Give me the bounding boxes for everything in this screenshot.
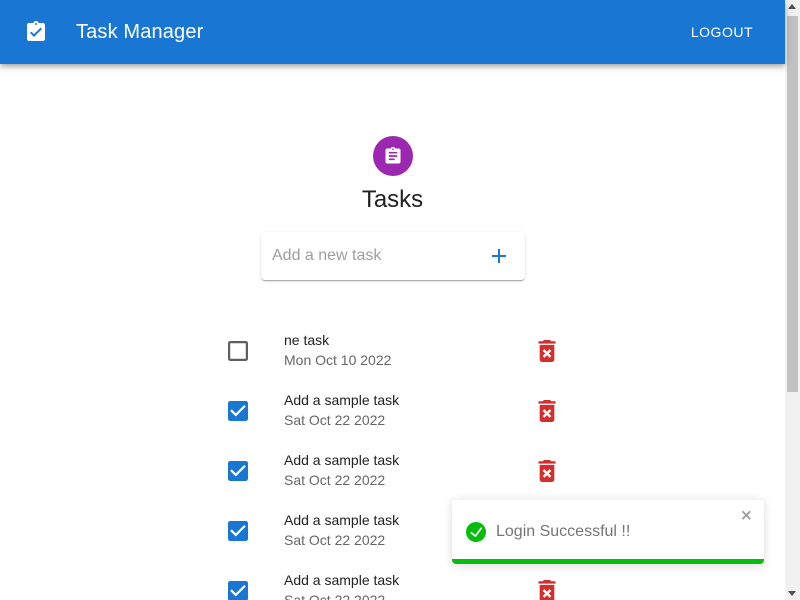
delete-forever-icon[interactable] <box>537 400 557 422</box>
task-text: Add a sample task Sat Oct 22 2022 <box>284 510 399 550</box>
checkbox-unchecked-icon[interactable] <box>228 341 248 361</box>
delete-forever-icon[interactable] <box>537 340 557 362</box>
delete-forever-icon[interactable] <box>537 460 557 482</box>
checkbox-checked-icon[interactable] <box>228 581 248 600</box>
task-text: Add a sample task Sat Oct 22 2022 <box>284 570 399 600</box>
task-row: Add a sample task Sat Oct 22 2022 <box>220 390 570 450</box>
task-name: Add a sample task <box>284 512 400 528</box>
assignment-turned-in-icon[interactable] <box>24 20 48 44</box>
delete-forever-icon[interactable] <box>537 580 557 600</box>
page-title: Tasks <box>361 186 424 213</box>
assignment-icon <box>383 146 403 166</box>
check-circle-icon <box>466 522 486 542</box>
task-row: Add a sample task Sat Oct 22 2022 <box>220 570 570 600</box>
scroll-up-arrow-icon[interactable] <box>788 4 796 9</box>
task-text: Add a sample task Sat Oct 22 2022 <box>284 390 399 430</box>
toast-progress-bar <box>452 559 764 564</box>
task-text: ne task Mon Oct 10 2022 <box>284 330 391 370</box>
toast-notification: Login Successful !! <box>452 500 764 564</box>
page-avatar <box>373 136 413 176</box>
task-date: Sat Oct 22 2022 <box>284 592 386 600</box>
task-name: Add a sample task <box>284 392 400 408</box>
task-name: ne task <box>284 332 330 348</box>
task-date: Sat Oct 22 2022 <box>284 472 386 488</box>
scroll-down-arrow-icon[interactable] <box>788 591 796 596</box>
app-title: Task Manager <box>76 21 204 43</box>
checkbox-checked-icon[interactable] <box>228 461 248 481</box>
app-bar: Task Manager LOGOUT <box>0 0 785 64</box>
checkbox-checked-icon[interactable] <box>228 521 248 541</box>
task-date: Mon Oct 10 2022 <box>284 352 392 368</box>
task-date: Sat Oct 22 2022 <box>284 532 386 548</box>
plus-icon[interactable] <box>487 244 511 268</box>
checkbox-checked-icon[interactable] <box>228 401 248 421</box>
logout-button[interactable]: LOGOUT <box>683 16 761 48</box>
task-date: Sat Oct 22 2022 <box>284 412 386 428</box>
toast-message: Login Successful !! <box>496 523 631 540</box>
task-name: Add a sample task <box>284 572 400 588</box>
task-row: ne task Mon Oct 10 2022 <box>220 330 570 390</box>
scrollbar-thumb[interactable] <box>787 16 798 392</box>
scrollbar[interactable] <box>785 0 800 600</box>
close-icon[interactable] <box>740 508 754 522</box>
task-text: Add a sample task Sat Oct 22 2022 <box>284 450 399 490</box>
add-task-form <box>261 232 525 280</box>
task-name: Add a sample task <box>284 452 400 468</box>
viewport: Task Manager LOGOUT Tasks ne task Mon Oct… <box>0 0 800 600</box>
add-task-input[interactable] <box>272 244 472 268</box>
